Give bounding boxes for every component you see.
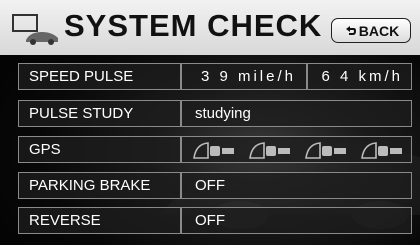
row-parking-brake: PARKING BRAKE OFF	[18, 172, 412, 199]
speed-pulse-label: SPEED PULSE	[18, 63, 181, 90]
system-check-screen: SYSTEM CHECK BACK SPEED PULSE 3 9 mile/h…	[0, 0, 420, 245]
gps-satellite-icon	[305, 141, 346, 159]
row-reverse: REVERSE OFF	[18, 207, 412, 234]
speed-kmh-value: 6 4 km/h	[307, 63, 412, 90]
monitor-car-icon	[12, 14, 58, 45]
back-arrow-icon	[345, 25, 356, 35]
row-gps: GPS	[18, 136, 412, 163]
pulse-study-label: PULSE STUDY	[18, 100, 181, 127]
back-button[interactable]: BACK	[331, 18, 411, 43]
row-pulse-study: PULSE STUDY studying	[18, 100, 412, 127]
header-bar: SYSTEM CHECK BACK	[0, 0, 420, 55]
gps-label: GPS	[18, 136, 181, 163]
pulse-study-value: studying	[181, 100, 412, 127]
row-speed-pulse: SPEED PULSE 3 9 mile/h 6 4 km/h	[18, 63, 412, 90]
back-button-label: BACK	[358, 22, 400, 39]
parking-brake-label: PARKING BRAKE	[18, 172, 181, 199]
speed-mph-value: 3 9 mile/h	[181, 63, 307, 90]
gps-satellite-list	[181, 136, 412, 163]
reverse-value: OFF	[181, 207, 412, 234]
gps-satellite-icon	[193, 141, 234, 159]
gps-satellite-icon	[361, 141, 402, 159]
gps-satellite-icon	[249, 141, 290, 159]
parking-brake-value: OFF	[181, 172, 412, 199]
reverse-label: REVERSE	[18, 207, 181, 234]
page-title: SYSTEM CHECK	[64, 8, 323, 43]
